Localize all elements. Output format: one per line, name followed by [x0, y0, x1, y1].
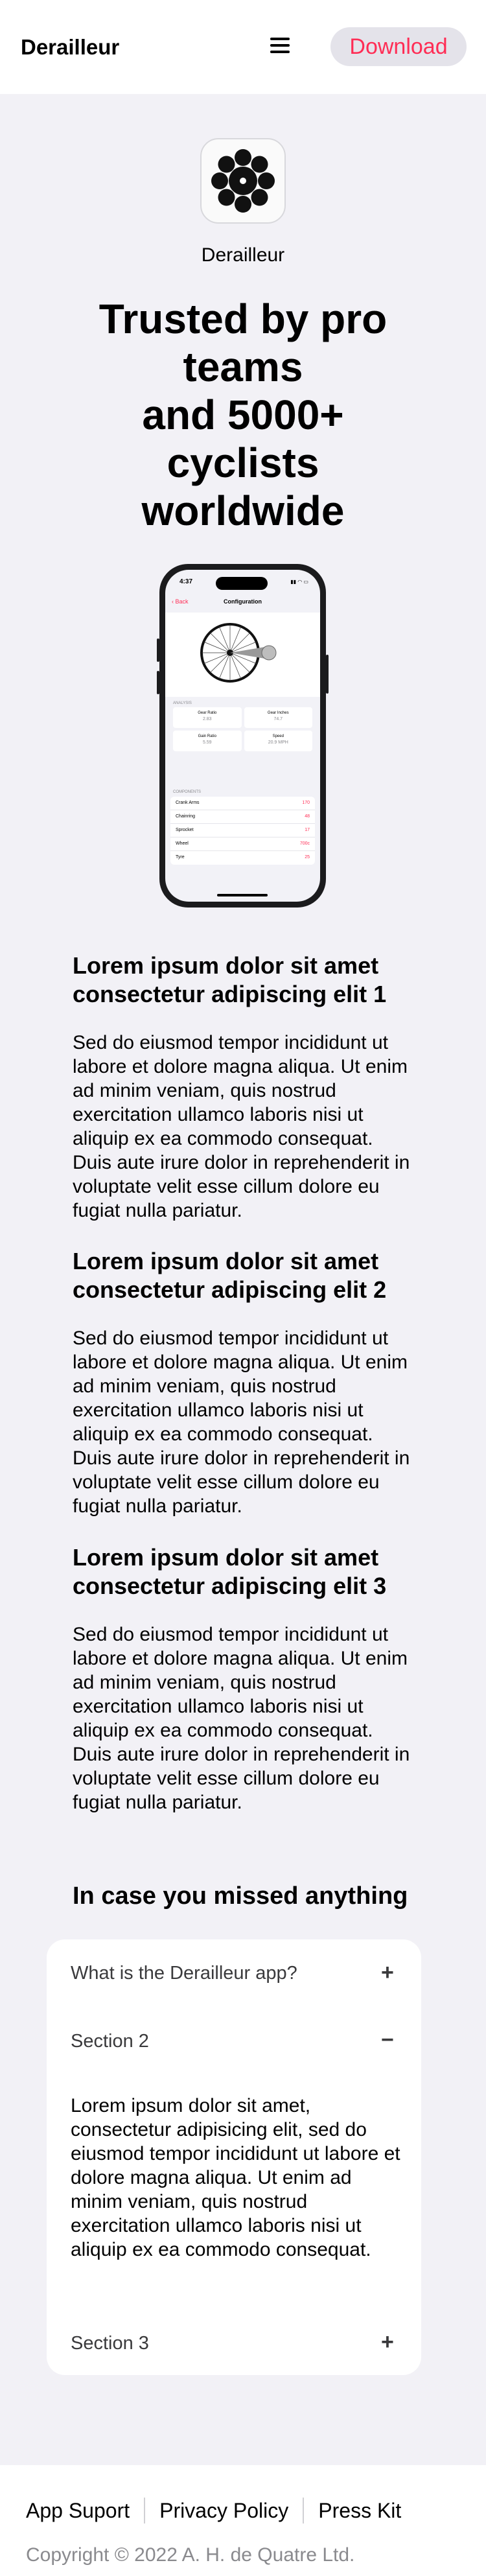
status-icons: ▮▮ ◠ ▭	[290, 579, 308, 585]
footer-link-app-support[interactable]: App Suport	[26, 2499, 130, 2523]
phone-screen-title: Configuration	[224, 598, 262, 605]
dynamic-island	[216, 577, 268, 590]
stat-cell: Gear Inches 74.7	[244, 707, 312, 728]
component-row: Chainring 48	[170, 810, 315, 824]
feature-body-3: Sed do eiusmod tempor incididunt ut labo…	[73, 1624, 410, 1813]
feature-title-2: Lorem ipsum dolor sit amet consectetur a…	[73, 1248, 387, 1303]
copyright-text: Copyright © 2022 A. H. de Quatre Ltd.	[26, 2544, 355, 2566]
footer-divider	[144, 2498, 146, 2523]
footer-links: App Suport Privacy Policy Press Kit	[26, 2498, 401, 2523]
component-row: Tyre 25	[176, 855, 310, 860]
hero-headline: Trusted by pro teams and 5000+ cyclists …	[98, 296, 388, 534]
derailleur-logo-icon	[200, 138, 286, 224]
expand-plus-icon[interactable]: +	[381, 1961, 394, 1984]
faq-question[interactable]: What is the Derailleur app?	[71, 1963, 297, 1984]
site-header: Derailleur Download	[0, 0, 486, 94]
collapse-minus-icon[interactable]: −	[381, 2029, 394, 2051]
faq-accordion: What is the Derailleur app? + Section 2 …	[47, 1939, 421, 2375]
component-row: Sprocket 17	[170, 824, 315, 837]
expand-plus-icon[interactable]: +	[381, 2331, 394, 2353]
phone-nav-bar: ‹ Back Configuration	[165, 593, 320, 611]
faq-heading: In case you missed anything	[73, 1882, 408, 1910]
phone-screen: 4:37 ▮▮ ◠ ▭ ‹ Back Configuration ANALYSI…	[165, 570, 320, 902]
stats-grid: Gear Ratio 2.83 Gear Inches 74.7 Gain Rati…	[173, 707, 312, 751]
components-section-label: COMPONENTS	[173, 790, 202, 794]
download-button[interactable]: Download	[330, 27, 467, 66]
stat-cell: Gain Ratio 5.59	[173, 731, 242, 751]
footer-link-privacy-policy[interactable]: Privacy Policy	[159, 2499, 288, 2523]
footer-divider	[303, 2498, 305, 2523]
app-name: Derailleur	[201, 244, 285, 266]
feature-body-2: Sed do eiusmod tempor incididunt ut labo…	[73, 1328, 410, 1517]
stat-cell: Speed 20.9 MPH	[244, 731, 312, 751]
feature-title-1: Lorem ipsum dolor sit amet consectetur a…	[73, 952, 387, 1007]
analysis-section-label: ANALYSIS	[173, 701, 192, 705]
stat-cell: Gear Ratio 2.83	[173, 707, 242, 728]
phone-mockup: 4:37 ▮▮ ◠ ▭ ‹ Back Configuration ANALYSI…	[159, 564, 326, 907]
components-list: Crank Arms 170 Chainring 48 Sprocket 17 Whe…	[170, 797, 315, 865]
component-row: Wheel 700c	[170, 837, 315, 851]
faq-answer: Lorem ipsum dolor sit amet, consectetur …	[71, 2095, 400, 2260]
footer-link-press-kit[interactable]: Press Kit	[318, 2499, 401, 2523]
component-row: Crank Arms 170	[170, 797, 315, 810]
phone-side-button	[326, 655, 329, 694]
hamburger-menu-icon[interactable]	[270, 38, 290, 53]
brand-name[interactable]: Derailleur	[21, 35, 119, 60]
faq-question[interactable]: Section 3	[71, 2333, 149, 2354]
feature-title-3: Lorem ipsum dolor sit amet consectetur a…	[73, 1544, 387, 1599]
home-indicator	[217, 894, 268, 896]
gear-diagram	[165, 613, 320, 697]
feature-body-1: Sed do eiusmod tempor incididunt ut labo…	[73, 1032, 410, 1221]
site-footer: App Suport Privacy Policy Press Kit Copy…	[0, 2465, 486, 2576]
faq-question[interactable]: Section 2	[71, 2031, 149, 2052]
status-time: 4:37	[179, 578, 193, 585]
